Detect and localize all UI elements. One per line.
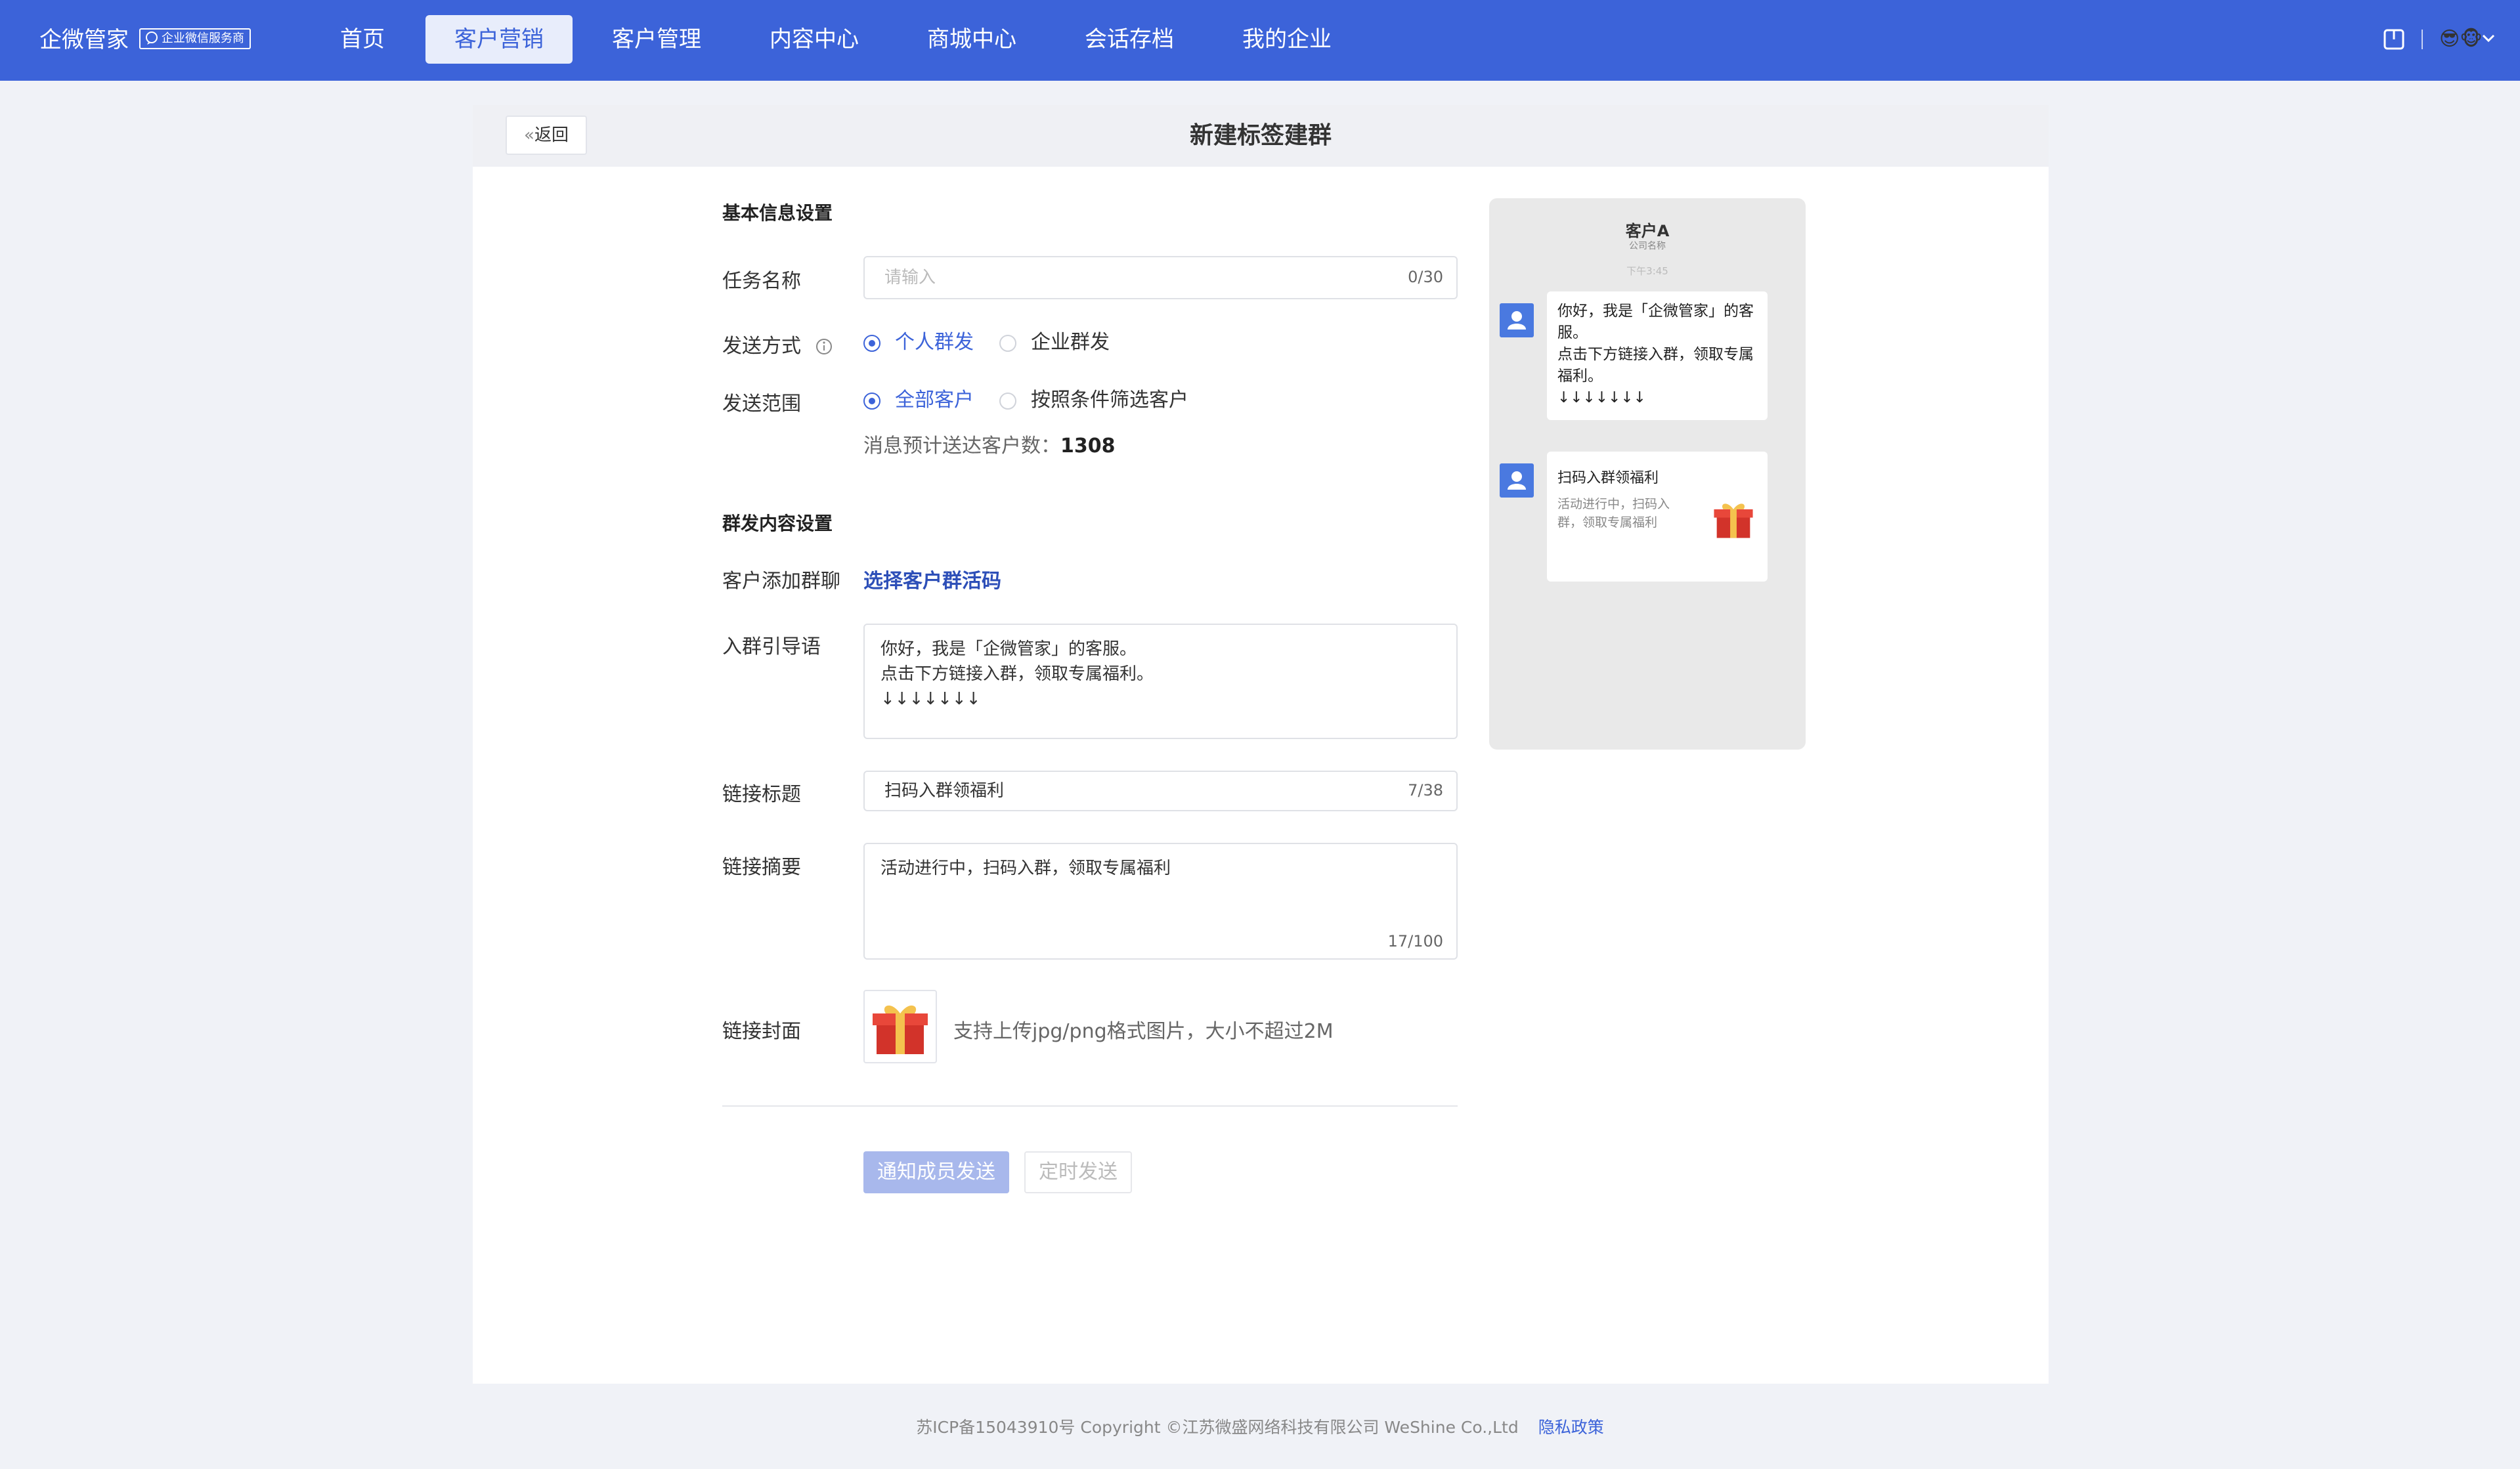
nav-item-customer-marketing[interactable]: 客户营销 bbox=[425, 15, 573, 64]
footer-copyright: 苏ICP备15043910号 Copyright ©江苏微盛网络科技有限公司 W… bbox=[916, 1418, 1519, 1437]
select-group-code-link[interactable]: 选择客户群活码 bbox=[863, 564, 1001, 593]
scheduled-send-button[interactable]: 定时发送 bbox=[1024, 1151, 1132, 1193]
nav-item-session-archive[interactable]: 会话存档 bbox=[1077, 15, 1182, 64]
top-navigation-bar: 企微管家 企业微信服务商 首页 客户营销 客户管理 内容中心 商城中心 会话存档… bbox=[0, 0, 2520, 81]
link-title-text: 扫码入群领福利 bbox=[884, 781, 1005, 801]
nav-item-home[interactable]: 首页 bbox=[328, 15, 397, 64]
link-summary-count: 17/100 bbox=[1387, 932, 1443, 950]
double-chevron-left-icon: « bbox=[524, 125, 534, 145]
service-provider-badge: 企业微信服务商 bbox=[139, 28, 251, 49]
send-method-label-text: 发送方式 bbox=[722, 335, 801, 358]
preview-link-card: 扫码入群领福利 活动进行中，扫码入群，领取专属福利 bbox=[1547, 452, 1768, 582]
task-name-placeholder: 请输入 bbox=[884, 268, 936, 287]
section-title-basic: 基本信息设置 bbox=[722, 202, 833, 224]
footer: 苏ICP备15043910号 Copyright ©江苏微盛网络科技有限公司 W… bbox=[0, 1415, 2520, 1438]
nav-item-mall-center[interactable]: 商城中心 bbox=[919, 15, 1024, 64]
back-button[interactable]: «返回 bbox=[506, 116, 587, 155]
radio-personal-send-label: 个人群发 bbox=[895, 331, 974, 354]
nav-item-customer-management[interactable]: 客户管理 bbox=[604, 15, 709, 64]
link-summary-label: 链接摘要 bbox=[722, 856, 801, 879]
estimate-value: 1308 bbox=[1060, 435, 1116, 458]
gift-box-icon bbox=[873, 1005, 928, 1054]
avatar[interactable]: 😎🐵 bbox=[2439, 26, 2483, 53]
info-circle-icon[interactable] bbox=[815, 338, 833, 355]
task-name-input[interactable]: 请输入 0/30 bbox=[863, 256, 1458, 299]
estimate-text: 消息预计送达客户数：1308 bbox=[863, 429, 1116, 458]
badge-text: 企业微信服务商 bbox=[162, 32, 244, 45]
main-card: 新建标签建群 «返回 基本信息设置 任务名称 请输入 0/30 发送方式 个人群… bbox=[473, 105, 2049, 1384]
task-name-label: 任务名称 bbox=[722, 270, 801, 293]
radio-enterprise-send[interactable]: 企业群发 bbox=[999, 330, 1110, 356]
guide-textarea[interactable]: 你好，我是「企微管家」的客服。 点击下方链接入群，领取专属福利。 ↓↓↓↓↓↓↓ bbox=[863, 624, 1458, 739]
link-title-label: 链接标题 bbox=[722, 783, 801, 806]
guide-text: 你好，我是「企微管家」的客服。 点击下方链接入群，领取专属福利。 ↓↓↓↓↓↓↓ bbox=[880, 639, 1154, 709]
preview-message-text: 你好，我是「企微管家」的客服。 点击下方链接入群，领取专属福利。 ↓↓↓↓↓↓↓ bbox=[1557, 303, 1754, 406]
guide-label: 入群引导语 bbox=[722, 635, 821, 658]
user-icon bbox=[1500, 303, 1534, 337]
form-divider bbox=[722, 1105, 1458, 1107]
book-icon[interactable] bbox=[2382, 26, 2406, 53]
top-divider bbox=[2422, 30, 2423, 49]
message-preview: 客户A 公司名称 下午3:45 你好，我是「企微管家」的客服。 点击下方链接入群… bbox=[1489, 198, 1806, 750]
brand-name[interactable]: 企微管家 bbox=[39, 24, 129, 56]
preview-time: 下午3:45 bbox=[1626, 265, 1668, 277]
send-method-label: 发送方式 bbox=[722, 330, 833, 358]
gift-box-icon bbox=[1714, 503, 1753, 538]
nav-item-my-enterprise[interactable]: 我的企业 bbox=[1234, 15, 1339, 64]
preview-company-name: 公司名称 bbox=[1629, 241, 1666, 251]
chevron-down-icon[interactable] bbox=[2481, 30, 2496, 46]
section-title-content: 群发内容设置 bbox=[722, 513, 833, 534]
chat-bubble-icon bbox=[146, 32, 158, 45]
link-summary-text: 活动进行中，扫码入群，领取专属福利 bbox=[880, 859, 1171, 878]
radio-filter-customers[interactable]: 按照条件筛选客户 bbox=[999, 387, 1188, 414]
nav-item-content-center[interactable]: 内容中心 bbox=[762, 15, 867, 64]
send-range-label: 发送范围 bbox=[722, 393, 801, 415]
cover-upload[interactable] bbox=[863, 990, 937, 1063]
link-summary-textarea[interactable]: 活动进行中，扫码入群，领取专属福利 17/100 bbox=[863, 843, 1458, 960]
notify-members-send-button[interactable]: 通知成员发送 bbox=[863, 1151, 1009, 1193]
radio-personal-send[interactable]: 个人群发 bbox=[863, 330, 974, 356]
radio-all-customers[interactable]: 全部客户 bbox=[863, 387, 974, 414]
radio-dot bbox=[863, 393, 880, 410]
privacy-policy-link[interactable]: 隐私政策 bbox=[1538, 1418, 1604, 1437]
card-header: 新建标签建群 «返回 bbox=[473, 105, 2049, 167]
estimate-label: 消息预计送达客户数： bbox=[863, 435, 1060, 458]
preview-card-desc: 活动进行中，扫码入群，领取专属福利 bbox=[1557, 497, 1670, 530]
cover-hint: 支持上传jpg/png格式图片，大小不超过2M bbox=[953, 1020, 1334, 1043]
add-group-label: 客户添加群聊 bbox=[722, 570, 840, 593]
radio-all-customers-label: 全部客户 bbox=[895, 389, 974, 412]
radio-dot bbox=[999, 335, 1016, 352]
task-name-count: 0/30 bbox=[1408, 268, 1443, 286]
radio-dot bbox=[863, 335, 880, 352]
preview-card-title: 扫码入群领福利 bbox=[1557, 470, 1659, 486]
radio-filter-customers-label: 按照条件筛选客户 bbox=[1031, 389, 1188, 412]
preview-customer-name: 客户A bbox=[1625, 222, 1670, 240]
page-title: 新建标签建群 bbox=[1189, 122, 1332, 149]
back-label: 返回 bbox=[534, 125, 569, 145]
radio-enterprise-send-label: 企业群发 bbox=[1031, 331, 1110, 354]
radio-dot bbox=[999, 393, 1016, 410]
user-icon bbox=[1500, 463, 1534, 498]
link-title-input[interactable]: 扫码入群领福利 7/38 bbox=[863, 771, 1458, 811]
link-title-count: 7/38 bbox=[1408, 781, 1443, 799]
link-cover-label: 链接封面 bbox=[722, 1020, 801, 1043]
preview-message-bubble: 你好，我是「企微管家」的客服。 点击下方链接入群，领取专属福利。 ↓↓↓↓↓↓↓ bbox=[1547, 291, 1768, 420]
